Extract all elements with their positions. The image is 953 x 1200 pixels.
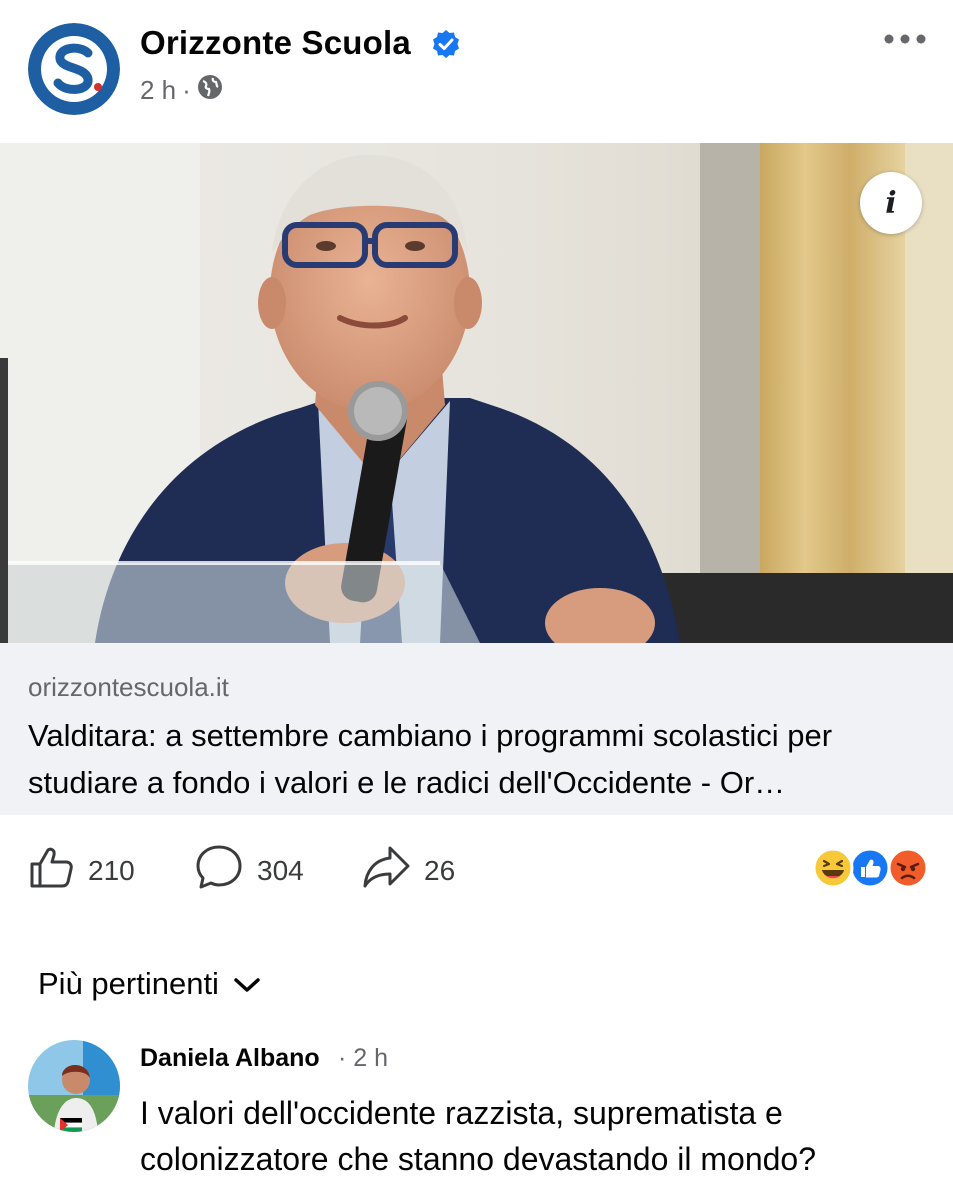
post-time[interactable]: 2 h [140,75,176,106]
share-button[interactable]: 26 [362,844,455,897]
info-icon[interactable]: i [860,172,922,234]
link-preview-image[interactable] [0,143,953,643]
commenter-avatar[interactable] [28,1040,120,1132]
comment-icon [195,844,243,897]
comment-text: I valori dell'occidente razzista, suprem… [140,1095,816,1177]
like-icon [849,847,891,889]
reactions-summary[interactable] [812,846,930,890]
chevron-down-icon [233,966,261,1002]
comment-author[interactable]: Daniela Albano [140,1044,320,1073]
verified-badge-icon [430,28,462,60]
share-arrow-icon [362,844,410,897]
page-avatar[interactable] [28,23,120,115]
comment-sort-dropdown[interactable]: Più pertinenti [38,966,261,1002]
like-count: 210 [88,854,135,886]
share-count: 26 [424,854,456,886]
more-options-icon[interactable] [883,28,927,50]
page-name[interactable]: Orizzonte Scuola [140,24,411,62]
comment-time: · 2 h [338,1044,389,1072]
post-meta: 2 h · [140,74,223,107]
post-actions-bar: 210 304 26 [0,830,953,906]
link-title[interactable]: Valditara: a settembre cambiano i progra… [28,712,938,806]
like-button[interactable]: 210 [28,844,135,897]
angry-icon [887,847,929,889]
meta-separator: · [182,75,191,105]
haha-icon [812,847,854,889]
thumbs-up-icon [28,844,74,897]
link-domain: orizzontescuola.it [28,672,229,702]
globe-icon [197,74,223,107]
sort-label: Più pertinenti [38,966,219,1001]
comment-count: 304 [257,854,304,886]
comment-button[interactable]: 304 [195,844,304,897]
post-header: Orizzonte Scuola 2 h · [0,0,953,143]
